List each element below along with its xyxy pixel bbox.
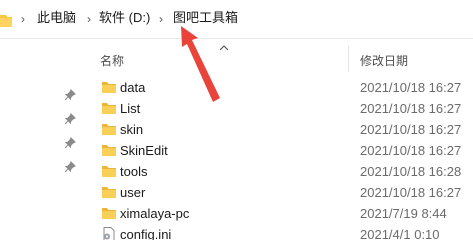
file-date-modified: 2021/10/18 16:27 <box>360 122 462 137</box>
file-name: List <box>120 101 141 116</box>
folder-icon <box>102 164 116 178</box>
file-row[interactable]: List 2021/10/18 16:27 <box>92 98 473 119</box>
file-date-modified: 2021/10/18 16:27 <box>360 80 462 95</box>
file-name: config.ini <box>120 227 172 240</box>
file-row[interactable]: skin 2021/10/18 16:27 <box>92 119 473 140</box>
breadcrumb-separator: › <box>21 12 25 26</box>
file-row[interactable]: data 2021/10/18 16:27 <box>92 77 473 98</box>
breadcrumb-item-drive-d[interactable]: 软件 (D:) <box>99 9 150 27</box>
file-row[interactable]: SkinEdit 2021/10/18 16:27 <box>92 140 473 161</box>
settings-file-icon <box>102 227 116 240</box>
column-date-modified[interactable]: 修改日期 <box>360 52 408 69</box>
folder-icon <box>102 185 116 199</box>
pin-icon[interactable] <box>64 89 76 101</box>
folder-icon <box>102 122 116 136</box>
folder-icon <box>102 206 116 220</box>
file-explorer-window: › 此电脑 › 软件 (D:) › 图吧工具箱 名称 修改日期 data 202… <box>0 0 473 240</box>
breadcrumb-item-this-pc[interactable]: 此电脑 <box>37 9 76 27</box>
breadcrumb-item-current-folder[interactable]: 图吧工具箱 <box>173 9 238 27</box>
file-row[interactable]: user 2021/10/18 16:27 <box>92 182 473 203</box>
file-date-modified: 2021/10/18 16:27 <box>360 143 462 158</box>
file-date-modified: 2021/7/19 8:44 <box>360 206 447 221</box>
file-row[interactable]: ximalaya-pc 2021/7/19 8:44 <box>92 203 473 224</box>
file-name: tools <box>120 164 148 179</box>
file-name: skin <box>120 122 144 137</box>
address-bar[interactable]: › 此电脑 › 软件 (D:) › 图吧工具箱 <box>0 0 473 39</box>
column-name[interactable]: 名称 <box>100 52 124 69</box>
column-divider[interactable] <box>348 46 349 72</box>
pin-icon[interactable] <box>64 161 76 173</box>
breadcrumb-separator: › <box>87 12 91 26</box>
pin-icon[interactable] <box>64 113 76 125</box>
file-name: SkinEdit <box>120 143 168 158</box>
folder-icon <box>0 12 12 28</box>
folder-icon <box>102 80 116 94</box>
file-row[interactable]: tools 2021/10/18 16:28 <box>92 161 473 182</box>
file-date-modified: 2021/10/18 16:27 <box>360 101 462 116</box>
sort-ascending-caret-icon <box>218 40 230 51</box>
breadcrumb-separator: › <box>159 12 163 26</box>
file-date-modified: 2021/10/18 16:28 <box>360 164 462 179</box>
file-row[interactable]: config.ini 2021/4/1 0:10 <box>92 224 473 240</box>
file-date-modified: 2021/4/1 0:10 <box>360 227 440 240</box>
column-header: 名称 修改日期 <box>0 38 473 74</box>
file-name: data <box>120 80 146 95</box>
pin-icon[interactable] <box>64 137 76 149</box>
folder-icon <box>102 143 116 157</box>
file-name: user <box>120 185 146 200</box>
folder-icon <box>102 101 116 115</box>
file-name: ximalaya-pc <box>120 206 190 221</box>
file-date-modified: 2021/10/18 16:27 <box>360 185 462 200</box>
